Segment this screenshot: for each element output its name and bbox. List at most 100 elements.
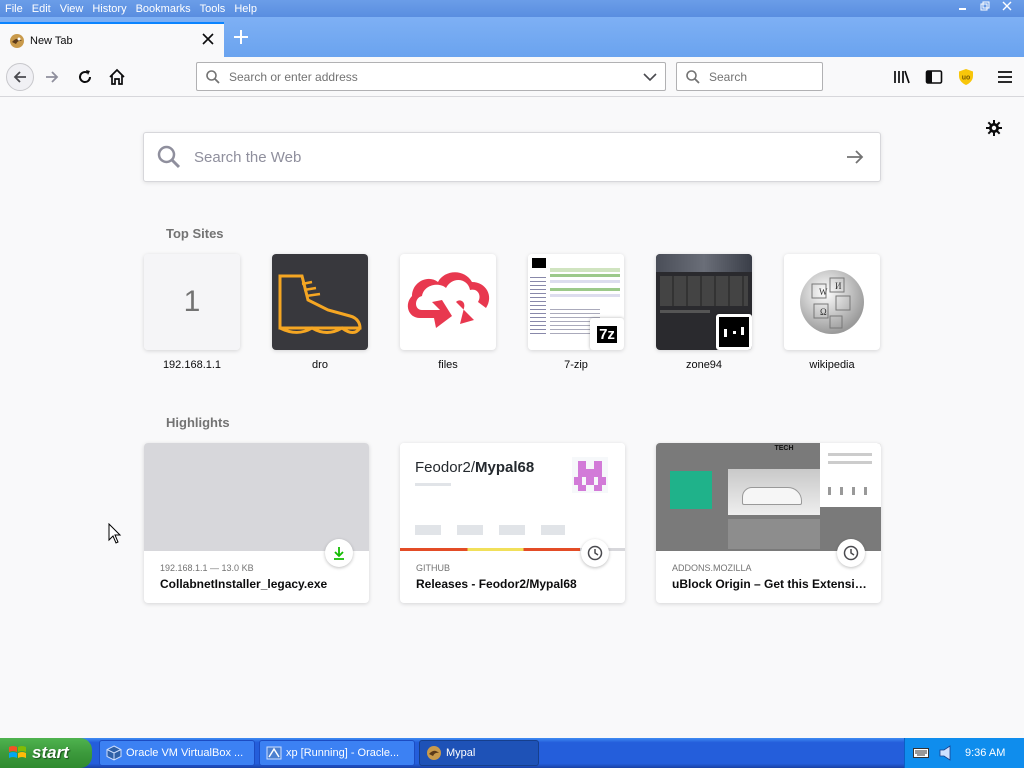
download-icon (334, 547, 344, 560)
reload-icon (79, 70, 92, 83)
sidebar-button[interactable] (924, 67, 944, 87)
svg-text:W: W (819, 287, 828, 297)
top-site-label: dro (312, 359, 328, 371)
chevron-down-icon[interactable] (643, 72, 657, 82)
keyboard-icon[interactable] (913, 747, 929, 759)
addons-preview: TECH (656, 443, 881, 551)
highlight-source: 192.168.1.1 — 13.0 KB (160, 563, 254, 573)
task-label: Mypal (446, 747, 476, 759)
windows-taskbar: start Oracle VM VirtualBox ... xp [Runni… (0, 738, 1024, 768)
history-badge (837, 539, 865, 567)
menu-edit[interactable]: Edit (27, 3, 55, 15)
speaker-icon[interactable] (939, 745, 953, 761)
menu-file[interactable]: File (0, 3, 27, 15)
gear-icon (986, 120, 1002, 136)
menu-tools[interactable]: Tools (195, 3, 230, 15)
restore-icon[interactable] (978, 1, 992, 14)
virtualbox-vm-icon (266, 746, 282, 760)
highlights-heading: Highlights (166, 415, 230, 430)
navigation-toolbar: Search or enter address Search uo (0, 57, 1024, 97)
svg-text:И: И (835, 281, 842, 291)
start-button[interactable]: start (0, 738, 92, 768)
boot-icon (278, 274, 362, 334)
clock: 9:36 AM (965, 747, 1006, 759)
address-bar[interactable]: Search or enter address (196, 62, 666, 91)
mypal-icon (427, 746, 441, 760)
close-tab-icon[interactable] (202, 32, 214, 50)
highlight-card-addons[interactable]: TECH ADDONS.MOZILLA uBlock Origin – Get … (656, 443, 881, 603)
search-bar[interactable]: Search (676, 62, 823, 91)
close-window-icon[interactable] (1000, 1, 1014, 14)
menu-history[interactable]: History (87, 3, 130, 15)
search-submit-arrow-icon[interactable] (846, 149, 864, 165)
top-sites-heading: Top Sites (166, 226, 224, 241)
search-placeholder: Search (709, 69, 748, 84)
7zip-logo-badge: 7z (590, 318, 624, 350)
zone94-logo-badge (716, 314, 752, 350)
highlight-card-download[interactable]: 192.168.1.1 — 13.0 KB CollabnetInstaller… (144, 443, 369, 603)
top-site-label: wikipedia (809, 359, 855, 371)
plus-icon (234, 30, 248, 44)
top-site-tile-192-168-1-1[interactable]: 1 (144, 254, 240, 350)
menu-view[interactable]: View (55, 3, 88, 15)
download-badge (325, 539, 353, 567)
clock-icon (843, 545, 859, 561)
highlight-card-github[interactable]: Feodor2/Mypal68 GITHUB Releases - Feodor… (400, 443, 625, 603)
mypal-favicon-icon (10, 33, 24, 48)
tab-new-tab[interactable]: New Tab (0, 22, 224, 57)
tab-title: New Tab (30, 34, 73, 47)
home-button[interactable] (105, 65, 129, 89)
library-icon (894, 70, 910, 84)
menu-bar: File Edit View History Bookmarks Tools H… (0, 0, 1024, 17)
tab-strip: New Tab (0, 17, 1024, 57)
github-preview-repo: Feodor2/Mypal68 (415, 459, 535, 476)
minimize-icon[interactable] (956, 1, 970, 14)
menu-help[interactable]: Help (229, 3, 261, 15)
clock-icon (587, 545, 603, 561)
top-site-tile-wikipedia[interactable]: W И Ω (784, 254, 880, 350)
address-placeholder: Search or enter address (229, 69, 358, 84)
library-button[interactable] (892, 67, 912, 87)
top-site-tile-zone94[interactable] (656, 254, 752, 350)
new-tab-button[interactable] (230, 27, 252, 49)
sidebar-icon (925, 70, 943, 84)
cloud-logo-icon (407, 272, 490, 328)
ublock-shield-icon: uo (959, 69, 973, 85)
back-arrow-icon (13, 71, 26, 83)
web-search-box[interactable]: Search the Web (143, 132, 881, 182)
task-mypal[interactable]: Mypal (419, 740, 539, 766)
system-tray: 9:36 AM (904, 738, 1024, 768)
reload-button[interactable] (73, 65, 97, 89)
forward-arrow-icon (46, 71, 59, 83)
top-site-tile-files[interactable] (400, 254, 496, 350)
highlight-title: CollabnetInstaller_legacy.exe (160, 577, 328, 591)
back-button[interactable] (6, 63, 34, 91)
ublock-button[interactable]: uo (956, 67, 976, 87)
menu-bookmarks[interactable]: Bookmarks (131, 3, 195, 15)
svg-text:Ω: Ω (820, 307, 827, 317)
top-site-tile-7-zip[interactable]: 7z (528, 254, 624, 350)
task-label: xp [Running] - Oracle... (286, 747, 400, 759)
highlight-preview (144, 443, 369, 551)
task-label: Oracle VM VirtualBox ... (126, 747, 244, 759)
github-preview: Feodor2/Mypal68 (400, 443, 625, 551)
windows-logo-icon (9, 746, 26, 758)
forward-button[interactable] (40, 65, 64, 89)
search-icon (686, 69, 700, 84)
svg-text:uo: uo (962, 75, 971, 82)
mouse-cursor-icon (108, 523, 122, 544)
customize-gear-button[interactable] (984, 118, 1004, 138)
search-icon (157, 145, 181, 169)
task-vm-running[interactable]: xp [Running] - Oracle... (259, 740, 415, 766)
top-site-tile-dro[interactable] (272, 254, 368, 350)
web-search-placeholder: Search the Web (194, 148, 302, 166)
top-site-label: 192.168.1.1 (162, 359, 222, 371)
hamburger-menu-icon (998, 71, 1012, 83)
highlight-source: ADDONS.MOZILLA (672, 563, 752, 573)
wikipedia-globe-icon: W И Ω (800, 270, 864, 334)
task-virtualbox[interactable]: Oracle VM VirtualBox ... (99, 740, 255, 766)
highlight-title: uBlock Origin – Get this Extensio… (672, 577, 872, 591)
home-icon (109, 68, 125, 85)
top-site-label: 7-zip (564, 359, 588, 371)
menu-button[interactable] (995, 67, 1015, 87)
